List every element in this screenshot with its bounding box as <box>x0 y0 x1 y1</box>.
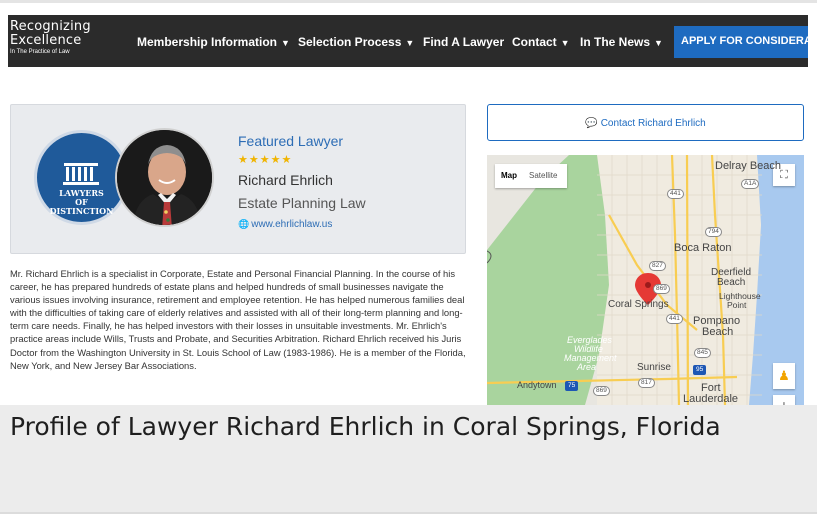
route-shield: A1A <box>741 179 760 189</box>
page-caption: Profile of Lawyer Richard Ehrlich in Cor… <box>10 412 721 441</box>
route-shield: 794 <box>705 227 722 237</box>
rating-stars: ★★★★★ <box>238 154 293 166</box>
nav-selection-process[interactable]: Selection Process ▼ <box>298 35 414 49</box>
map-label-coral-springs: Coral Springs <box>608 299 669 310</box>
location-map[interactable]: Map Satellite ⛶ ♟ + Delray Beach Boca Ra… <box>487 155 804 405</box>
nav-item-label: Membership Information <box>137 35 278 49</box>
map-type-map[interactable]: Map <box>501 171 517 180</box>
nav-item-label: In The News <box>580 35 651 49</box>
columns-icon <box>63 163 99 185</box>
contact-button-label: Contact Richard Ehrlich <box>600 118 706 129</box>
map-label-andytown: Andytown <box>517 380 557 390</box>
nav-membership-information[interactable]: Membership Information ▼ <box>137 35 290 49</box>
map-label-boca: Boca Raton <box>674 242 732 254</box>
nav-item-label: Contact <box>512 35 557 49</box>
route-shield: 441 <box>667 189 684 199</box>
map-label-deerfield-2: Beach <box>717 277 746 288</box>
site-logo[interactable]: Recognizing Excellence In The Practice o… <box>10 20 91 56</box>
practice-area: Estate Planning Law <box>238 195 366 211</box>
route-shield: 869 <box>593 386 610 396</box>
logo-tagline: In The Practice of Law <box>10 49 70 55</box>
site-header: Recognizing Excellence In The Practice o… <box>8 15 808 67</box>
map-label-fort-2: Lauderdale <box>683 393 739 405</box>
chevron-down-icon: ▼ <box>281 38 290 48</box>
map-label-delray: Delray Beach <box>715 160 782 172</box>
nav-contact[interactable]: Contact ▼ <box>512 35 570 49</box>
map-label-sunrise: Sunrise <box>637 362 671 373</box>
route-shield: 827 <box>649 261 666 271</box>
route-shield: 817 <box>638 378 655 388</box>
logo-line-1: Recognizing <box>10 19 91 34</box>
apply-for-consideration-button[interactable]: APPLY FOR CONSIDERATION <box>674 26 808 58</box>
website-link[interactable]: 🌐 www.ehrlichlaw.us <box>238 219 332 230</box>
map-type-satellite[interactable]: Satellite <box>529 171 557 180</box>
badge-text-3: DISTINCTION <box>49 206 114 216</box>
contact-lawyer-button[interactable]: 💬 Contact Richard Ehrlich <box>487 104 804 141</box>
route-shield: 869 <box>653 284 670 294</box>
map-label-pompano-2: Beach <box>702 326 734 338</box>
featured-lawyer-card: LAWYERS OF DISTINCTION Featured Lawyer ★… <box>10 104 466 254</box>
nav-in-the-news[interactable]: In The News ▼ <box>580 35 663 49</box>
street-view-pegman-icon[interactable]: ♟ <box>773 363 795 389</box>
map-label-everglades-4: Area <box>577 362 597 372</box>
logo-line-2: Excellence <box>10 33 82 48</box>
zoom-in-button[interactable]: + <box>773 395 795 405</box>
lawyer-name: Richard Ehrlich <box>238 172 333 188</box>
nav-find-a-lawyer[interactable]: Find A Lawyer <box>423 35 504 49</box>
chevron-down-icon: ▼ <box>654 38 663 48</box>
lawyer-photo <box>115 128 214 227</box>
lawyer-bio: Mr. Richard Ehrlich is a specialist in C… <box>10 268 466 371</box>
route-shield: 441 <box>666 314 683 324</box>
chevron-down-icon: ▼ <box>405 38 415 48</box>
map-label-lighthouse-2: Point <box>727 300 747 310</box>
map-label-fort-1: Fort <box>701 382 721 394</box>
map-type-control: Map Satellite <box>495 164 567 188</box>
featured-lawyer-heading: Featured Lawyer <box>238 133 344 149</box>
map-label-pompano-1: Pompano <box>693 315 741 327</box>
nav-item-label: Find A Lawyer <box>423 35 505 49</box>
globe-icon: 🌐 <box>238 219 250 229</box>
screenshot-panel: Recognizing Excellence In The Practice o… <box>0 3 817 405</box>
interstate-shield: 75 <box>565 381 579 391</box>
chat-icon: 💬 <box>585 118 598 129</box>
chevron-down-icon: ▼ <box>560 38 570 48</box>
badge-text-2: OF <box>75 197 88 207</box>
route-shield: 845 <box>694 348 711 358</box>
badge-text-1: LAWYERS <box>59 188 104 198</box>
website-url: www.ehrlichlaw.us <box>251 219 333 230</box>
page-frame: Recognizing Excellence In The Practice o… <box>0 0 817 514</box>
nav-item-label: Selection Process <box>298 35 402 49</box>
interstate-shield: 95 <box>693 365 707 375</box>
